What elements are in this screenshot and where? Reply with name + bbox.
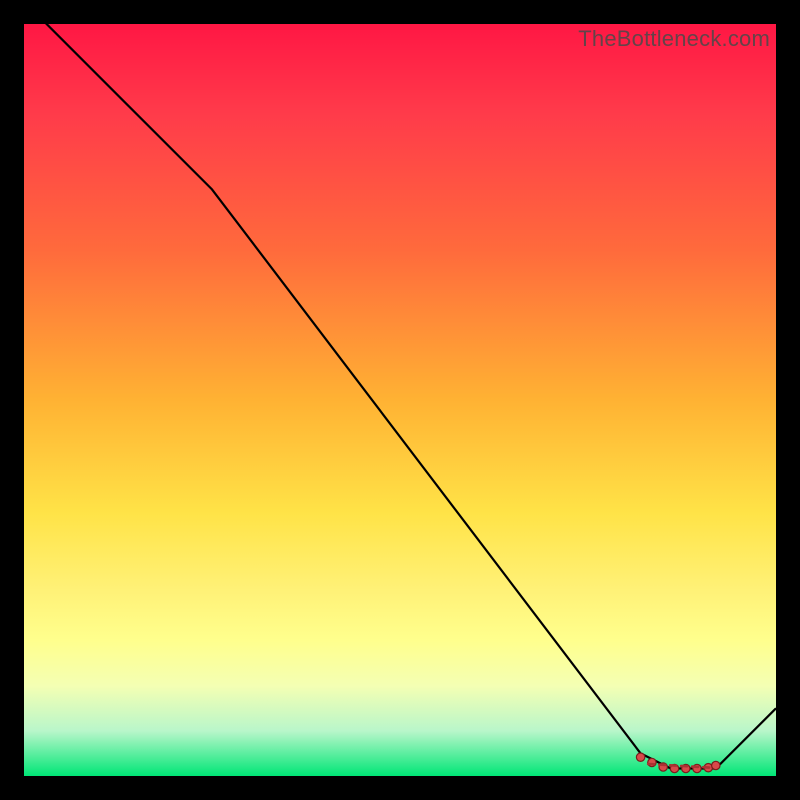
flat-region-marker <box>712 761 720 769</box>
flat-region-dash <box>648 764 712 768</box>
flat-region-marker <box>636 753 644 761</box>
chart-area: TheBottleneck.com <box>24 24 776 776</box>
watermark-text: TheBottleneck.com <box>578 26 770 52</box>
line-plot <box>24 24 776 776</box>
curve-path <box>24 24 776 768</box>
